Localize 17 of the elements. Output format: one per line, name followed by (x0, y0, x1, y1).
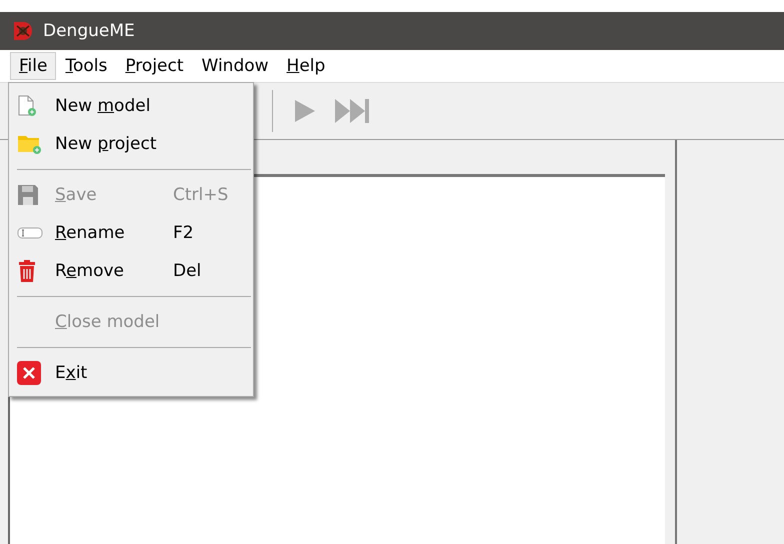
menu-item[interactable]: File (10, 52, 56, 80)
menu-item[interactable]: Window (192, 52, 278, 80)
menu-entry[interactable]: Exit (9, 354, 253, 392)
app-logo-icon (12, 20, 34, 42)
trash-icon (17, 259, 37, 283)
close-icon (17, 361, 41, 385)
menu-item[interactable]: Tools (56, 52, 116, 80)
text-field-icon (17, 226, 43, 240)
menu-entry[interactable]: New project (9, 125, 253, 163)
new-file-icon (17, 95, 37, 117)
menu-entry[interactable]: Rename F2 (9, 214, 253, 252)
save-icon (17, 184, 39, 206)
new-folder-icon (17, 133, 43, 155)
menu-item[interactable]: Project (116, 52, 193, 80)
menu-item[interactable]: Help (278, 52, 334, 80)
menu-entry[interactable]: Remove Del (9, 252, 253, 290)
window-title: DengueME (43, 21, 135, 41)
